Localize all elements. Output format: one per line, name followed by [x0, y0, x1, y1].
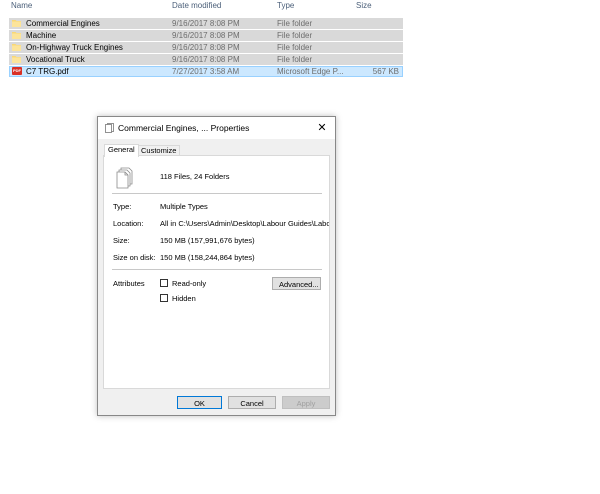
list-item[interactable]: Commercial Engines 9/16/2017 8:08 PM Fil…	[9, 18, 403, 29]
hidden-checkbox[interactable]	[160, 294, 168, 302]
multiple-files-icon	[116, 167, 133, 189]
size-value: 150 MB (157,991,676 bytes)	[160, 236, 255, 245]
column-header-name[interactable]: Name	[11, 1, 32, 10]
file-list: Commercial Engines 9/16/2017 8:08 PM Fil…	[9, 18, 403, 78]
file-date: 9/16/2017 8:08 PM	[172, 31, 240, 40]
list-item[interactable]: Machine 9/16/2017 8:08 PM File folder	[9, 30, 403, 41]
size-on-disk-value: 150 MB (158,244,864 bytes)	[160, 253, 255, 262]
list-item[interactable]: Vocational Truck 9/16/2017 8:08 PM File …	[9, 54, 403, 65]
hidden-label[interactable]: Hidden	[172, 294, 196, 303]
cancel-button[interactable]: Cancel	[228, 396, 276, 409]
pdf-icon: PDF	[12, 67, 22, 75]
folder-icon	[12, 32, 21, 39]
file-date: 9/16/2017 8:08 PM	[172, 55, 240, 64]
dialog-titlebar[interactable]: Commercial Engines, ... Properties ✕	[98, 117, 335, 139]
tab-general[interactable]: General	[104, 144, 139, 157]
type-value: Multiple Types	[160, 202, 208, 211]
file-name: Commercial Engines	[26, 19, 100, 28]
file-type: File folder	[277, 19, 313, 28]
read-only-checkbox[interactable]	[160, 279, 168, 287]
file-type: File folder	[277, 31, 313, 40]
file-date: 9/16/2017 8:08 PM	[172, 19, 240, 28]
column-header-size[interactable]: Size	[356, 1, 372, 10]
ok-button[interactable]: OK	[177, 396, 222, 409]
list-item-selected[interactable]: PDF C7 TRG.pdf 7/27/2017 3:58 AM Microso…	[9, 66, 403, 77]
file-name: Vocational Truck	[26, 55, 85, 64]
file-name: C7 TRG.pdf	[26, 67, 69, 76]
column-header-type[interactable]: Type	[277, 1, 294, 10]
column-header-bar: Name Date modified Type Size	[0, 0, 600, 12]
dialog-title: Commercial Engines, ... Properties	[118, 123, 250, 133]
attributes-label: Attributes	[113, 279, 145, 288]
location-label: Location:	[113, 219, 144, 228]
file-type: File folder	[277, 43, 313, 52]
list-item[interactable]: On-Highway Truck Engines 9/16/2017 8:08 …	[9, 42, 403, 53]
file-type: Microsoft Edge P...	[277, 67, 344, 76]
file-name: On-Highway Truck Engines	[26, 43, 123, 52]
location-value[interactable]: All in C:\Users\Admin\Desktop\Labour Gui…	[160, 219, 329, 228]
folder-icon	[12, 56, 21, 63]
divider	[112, 269, 322, 270]
general-panel: 118 Files, 24 Folders Type: Multiple Typ…	[103, 155, 330, 389]
divider	[112, 193, 322, 194]
folder-icon	[12, 20, 21, 27]
apply-button[interactable]: Apply	[282, 396, 330, 409]
size-label: Size:	[113, 236, 130, 245]
file-stack-icon	[105, 123, 114, 133]
file-type: File folder	[277, 55, 313, 64]
size-on-disk-label: Size on disk:	[113, 253, 156, 262]
file-date: 9/16/2017 8:08 PM	[172, 43, 240, 52]
advanced-button[interactable]: Advanced...	[272, 277, 321, 290]
file-date: 7/27/2017 3:58 AM	[172, 67, 240, 76]
files-count: 118 Files, 24 Folders	[160, 172, 230, 181]
type-label: Type:	[113, 202, 132, 211]
properties-dialog: Commercial Engines, ... Properties ✕ Gen…	[97, 116, 336, 416]
column-header-date[interactable]: Date modified	[172, 1, 221, 10]
file-name: Machine	[26, 31, 57, 40]
file-size: 567 KB	[372, 67, 399, 76]
folder-icon	[12, 44, 21, 51]
close-button[interactable]: ✕	[315, 121, 329, 135]
read-only-label[interactable]: Read-only	[172, 279, 206, 288]
